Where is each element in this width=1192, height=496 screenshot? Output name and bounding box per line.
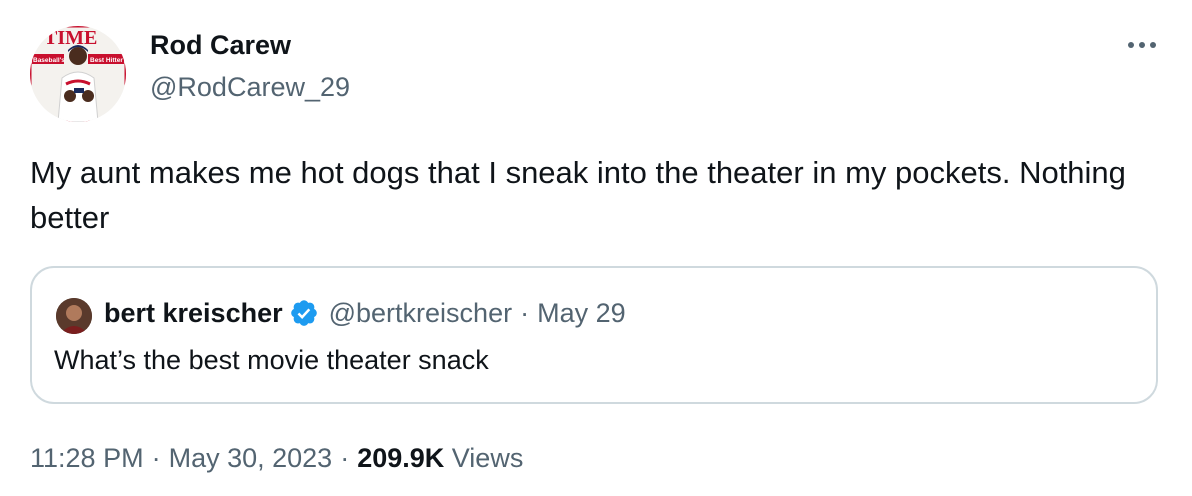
meta-separator: · bbox=[340, 443, 350, 473]
author-avatar[interactable]: TIME Baseball's Best Hitter bbox=[30, 26, 126, 122]
author-handle[interactable]: @RodCarew_29 bbox=[150, 70, 350, 104]
quoted-author-avatar[interactable] bbox=[56, 298, 92, 334]
quoted-author-handle[interactable]: @bertkreischer bbox=[329, 296, 512, 330]
quoted-tweet-card[interactable]: bert kreischer @bertkreischer · May 29 W… bbox=[30, 266, 1158, 404]
tweet-metadata: 11:28 PM · May 30, 2023 · 209.9K Views bbox=[30, 440, 523, 476]
tweet-time[interactable]: 11:28 PM bbox=[30, 443, 144, 473]
tweet-text: My aunt makes me hot dogs that I sneak i… bbox=[30, 155, 1126, 235]
cover-left-caption: Baseball's bbox=[33, 57, 65, 64]
meta-separator: · bbox=[151, 443, 161, 473]
verified-badge-icon bbox=[289, 298, 319, 328]
more-options-button[interactable] bbox=[1120, 28, 1164, 62]
author-display-name[interactable]: Rod Carew bbox=[150, 28, 291, 62]
views-label: Views bbox=[451, 443, 524, 473]
quoted-author-name[interactable]: bert kreischer bbox=[104, 296, 283, 330]
magazine-cover-image: TIME Baseball's Best Hitter bbox=[30, 26, 126, 122]
quoted-tweet-text: What’s the best movie theater snack bbox=[54, 345, 489, 375]
quoted-avatar-image bbox=[56, 298, 92, 334]
more-horizontal-icon bbox=[1128, 42, 1156, 48]
tweet-date[interactable]: May 30, 2023 bbox=[169, 443, 333, 473]
quoted-tweet-date[interactable]: May 29 bbox=[537, 296, 626, 330]
magazine-title: TIME bbox=[44, 27, 97, 49]
cover-right-caption: Best Hitter bbox=[90, 57, 123, 64]
quoted-tweet-header: bert kreischer @bertkreischer · May 29 bbox=[104, 296, 626, 330]
views-count: 209.9K bbox=[357, 443, 445, 473]
quoted-separator: · bbox=[520, 298, 530, 328]
